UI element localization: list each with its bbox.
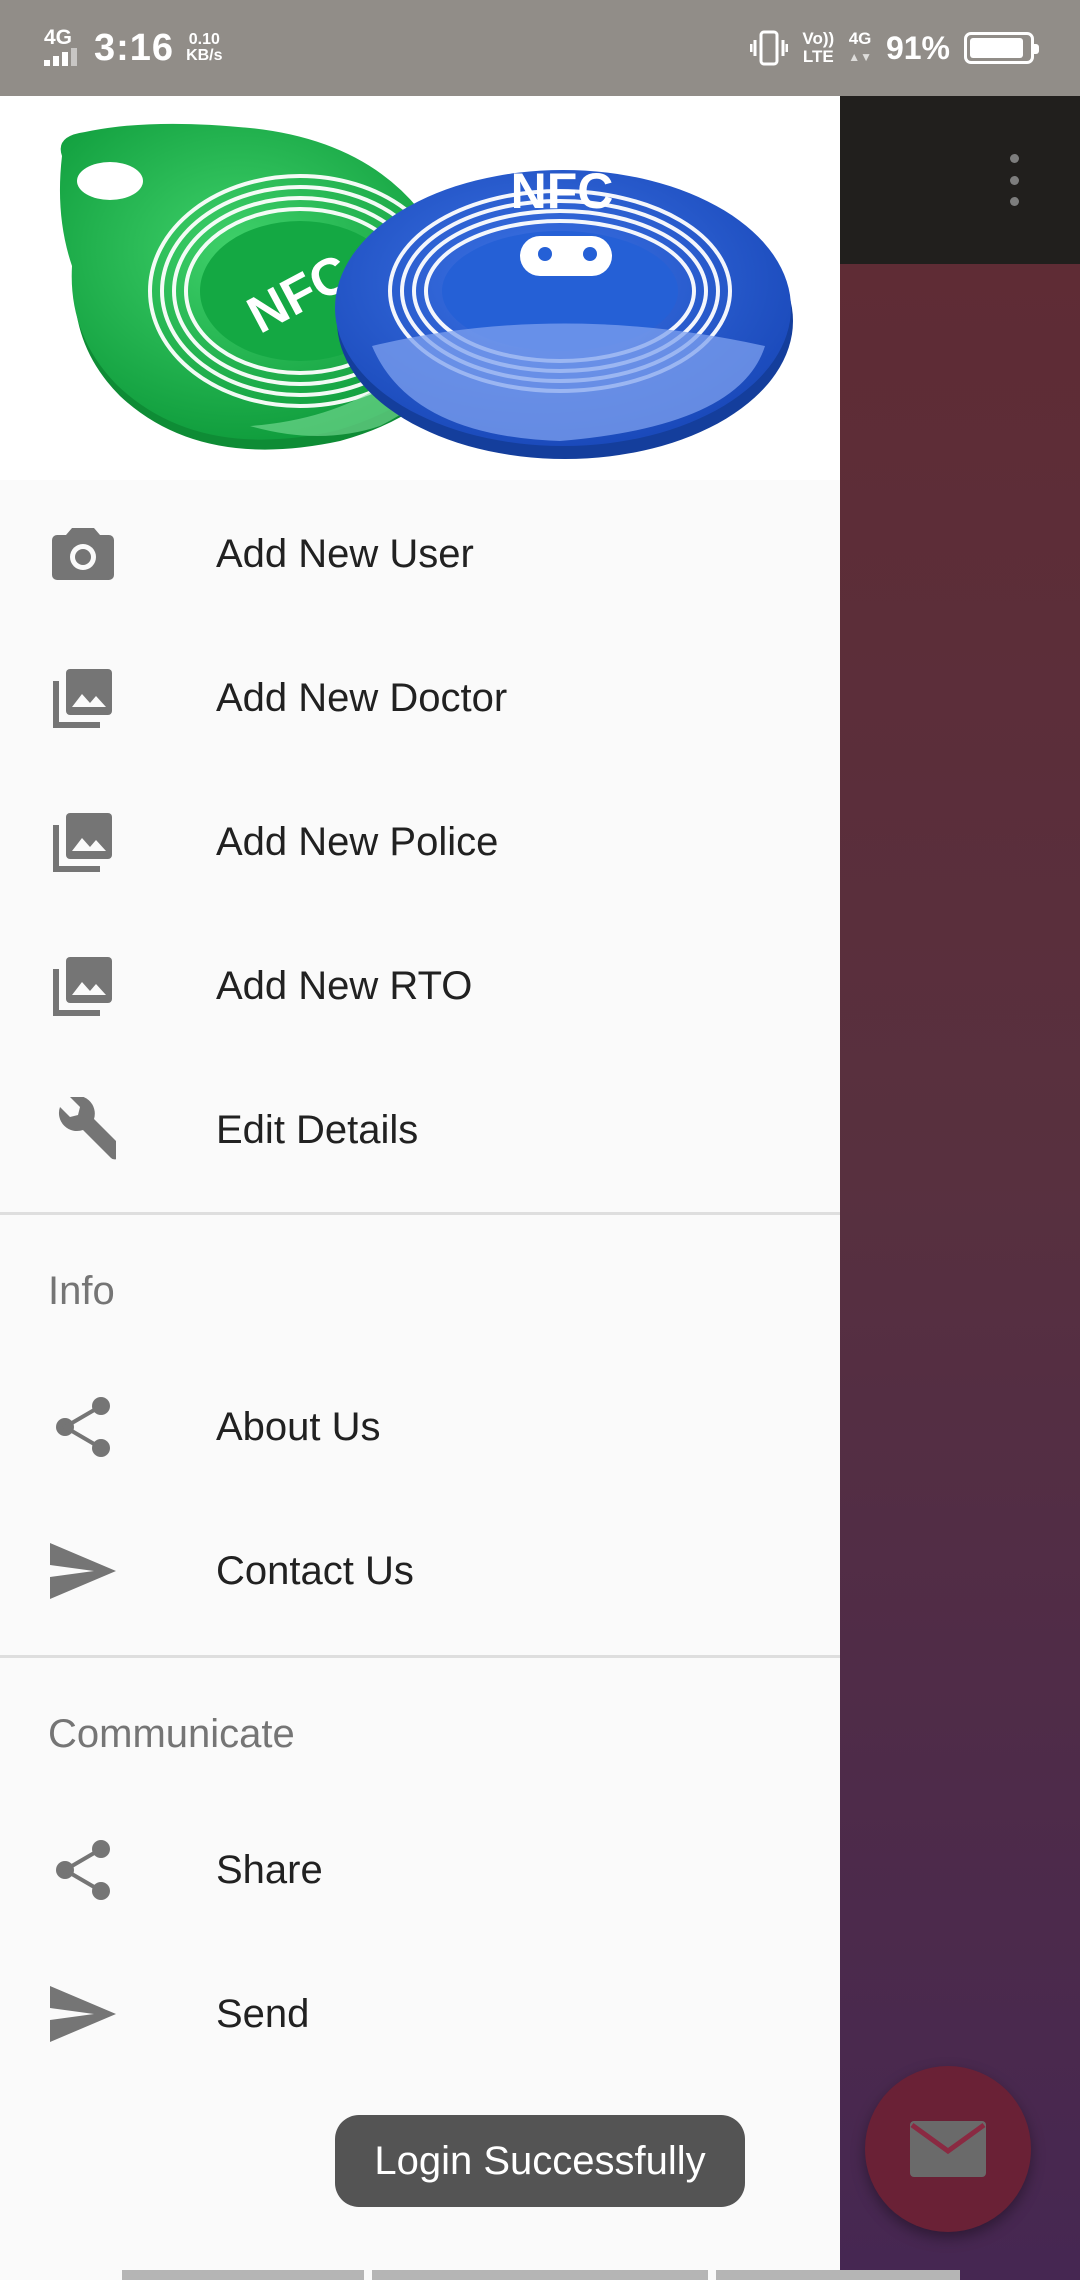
nfc-header-image: NFC NFC — [0, 96, 840, 480]
menu-item-contact-us[interactable]: Contact Us — [0, 1499, 840, 1643]
send-icon — [48, 1979, 118, 2049]
battery-percent: 91% — [885, 29, 950, 66]
mail-fab-button[interactable] — [865, 2066, 1031, 2232]
toast-message: Login Successfully — [335, 2115, 745, 2207]
menu-item-add-new-rto[interactable]: Add New RTO — [0, 914, 840, 1058]
share-icon — [48, 1392, 118, 1462]
nfc-tags-illustration: NFC NFC — [59, 123, 793, 459]
menu-item-add-new-user[interactable]: Add New User — [0, 482, 840, 626]
photo-library-icon — [48, 951, 118, 1021]
menu-item-add-new-doctor[interactable]: Add New Doctor — [0, 626, 840, 770]
main-menu-group: Add New User Add New Doctor Add New Poli… — [0, 480, 840, 1202]
signal-icon: 4G — [44, 26, 82, 68]
menu-item-send[interactable]: Send — [0, 1942, 840, 2086]
photo-library-icon — [48, 663, 118, 733]
nfc-blue-label: NFC — [511, 163, 614, 219]
menu-item-share[interactable]: Share — [0, 1798, 840, 1942]
menu-item-label: Contact Us — [216, 1548, 414, 1593]
photo-library-icon — [48, 807, 118, 877]
vibrate-icon — [750, 30, 789, 66]
nav-hint-bar — [716, 2270, 960, 2280]
mail-icon — [910, 2121, 986, 2177]
battery-icon — [964, 32, 1039, 64]
menu-item-label: Add New Doctor — [216, 675, 508, 720]
app-toolbar — [840, 96, 1080, 264]
network-type: 4G — [44, 26, 73, 49]
camera-icon — [48, 519, 118, 589]
menu-item-label: Add New RTO — [216, 963, 473, 1008]
menu-item-edit-details[interactable]: Edit Details — [0, 1058, 840, 1202]
menu-item-add-new-police[interactable]: Add New Police — [0, 770, 840, 914]
app-content-background — [840, 264, 1080, 2280]
status-bar: 4G 3:16 0.10 KB/s Vo)) LTE 4G ▲▼ 91% — [0, 0, 1080, 96]
menu-item-label: About Us — [216, 1404, 381, 1449]
menu-item-label: Send — [216, 1991, 310, 2036]
menu-item-label: Edit Details — [216, 1107, 419, 1152]
nav-hint-bar — [122, 2270, 364, 2280]
menu-item-label: Share — [216, 1847, 323, 1892]
nav-hint-bar — [372, 2270, 708, 2280]
navigation-drawer: NFC NFC Add New User Add New Doctor Add … — [0, 96, 840, 2280]
send-icon — [48, 1536, 118, 1606]
section-title-communicate: Communicate — [48, 1711, 295, 1756]
volte-indicator: Vo)) LTE — [802, 29, 835, 66]
share-icon — [48, 1835, 118, 1905]
wrench-icon — [48, 1095, 118, 1165]
network-indicator: 4G ▲▼ — [848, 29, 872, 65]
menu-item-label: Add New User — [216, 531, 474, 576]
overflow-menu-icon[interactable] — [1000, 150, 1028, 210]
clock: 3:16 — [94, 26, 175, 69]
menu-item-about-us[interactable]: About Us — [0, 1355, 840, 1499]
section-title-info: Info — [48, 1268, 115, 1313]
menu-item-label: Add New Police — [216, 819, 499, 864]
network-speed: 0.10 KB/s — [186, 31, 223, 64]
